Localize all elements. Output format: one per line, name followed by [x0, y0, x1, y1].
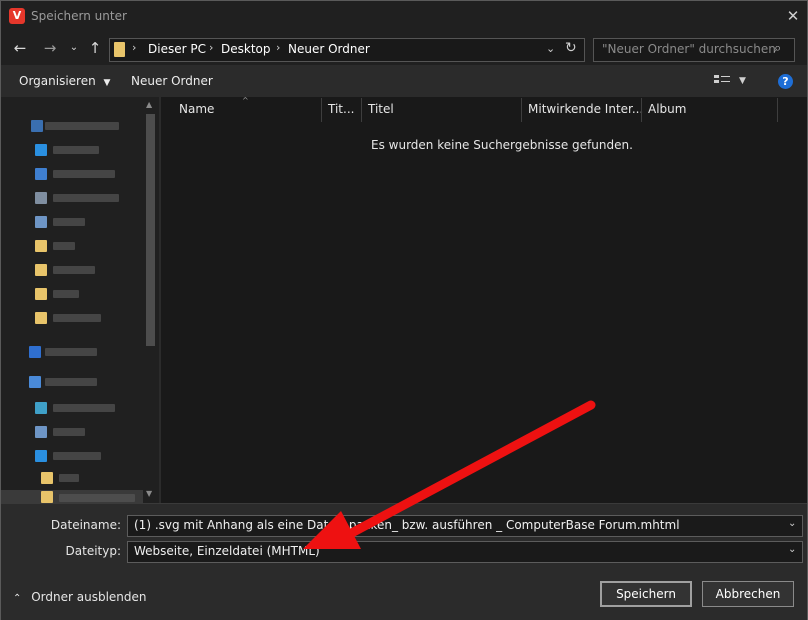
- close-icon[interactable]: ✕: [783, 5, 803, 27]
- scroll-down-icon[interactable]: ▼: [146, 489, 152, 498]
- filename-label: Dateiname:: [50, 518, 121, 532]
- quick-access-icon[interactable]: [31, 120, 43, 132]
- breadcrumb-separator-icon[interactable]: ›: [132, 41, 136, 54]
- tree-item[interactable]: [53, 170, 115, 178]
- breadcrumb-separator-icon[interactable]: ›: [276, 41, 280, 54]
- column-divider[interactable]: [361, 98, 362, 122]
- desktop-icon[interactable]: [35, 144, 47, 156]
- file-list: [161, 97, 807, 503]
- organize-label: Organisieren: [19, 74, 96, 88]
- folder-icon[interactable]: [35, 312, 47, 324]
- address-dropdown-icon[interactable]: ⌄: [546, 42, 555, 55]
- column-divider[interactable]: [521, 98, 522, 122]
- filetype-select[interactable]: Webseite, Einzeldatei (MHTML) ⌄: [127, 541, 803, 563]
- window-title: Speichern unter: [31, 9, 127, 23]
- address-bar[interactable]: › Dieser PC › Desktop › Neuer Ordner ⌄ ↻: [109, 38, 585, 62]
- up-arrow-icon[interactable]: ↑: [86, 38, 104, 58]
- column-divider[interactable]: [321, 98, 322, 122]
- search-icon[interactable]: ⌕: [774, 41, 781, 56]
- tree-item[interactable]: [53, 242, 75, 250]
- back-arrow-icon[interactable]: ←: [11, 38, 29, 58]
- view-dropdown-chevron-icon[interactable]: ▼: [739, 76, 746, 86]
- column-header-contributing-artists[interactable]: Mitwirkende Inter...: [528, 102, 643, 116]
- tree-item[interactable]: [53, 314, 101, 322]
- tree-scrollbar-thumb[interactable]: [146, 114, 155, 346]
- this-pc-icon[interactable]: [29, 376, 41, 388]
- tree-item[interactable]: [53, 404, 115, 412]
- chevron-down-icon: ▼: [103, 78, 111, 88]
- save-as-dialog: V Speichern unter ✕ ← → ⌄ ↑ › Dieser PC …: [0, 0, 808, 620]
- hide-folders-label: Ordner ausblenden: [31, 590, 147, 604]
- folder-icon[interactable]: [35, 264, 47, 276]
- folder-icon[interactable]: [41, 491, 53, 503]
- tree-item[interactable]: [53, 452, 101, 460]
- scroll-up-icon[interactable]: ▲: [146, 100, 152, 109]
- column-header-album[interactable]: Album: [648, 102, 686, 116]
- chevron-down-icon[interactable]: ⌄: [788, 518, 796, 529]
- pictures-icon[interactable]: [35, 426, 47, 438]
- cloud-drive-icon[interactable]: [29, 346, 41, 358]
- search-input[interactable]: "Neuer Ordner" durchsuchen: [602, 42, 776, 56]
- vivaldi-app-icon: V: [9, 8, 25, 24]
- breadcrumb-this-pc[interactable]: Dieser PC: [148, 42, 206, 56]
- chevron-up-icon: ⌃: [13, 593, 22, 604]
- 3d-objects-icon[interactable]: [35, 402, 47, 414]
- tree-item[interactable]: [53, 218, 85, 226]
- hide-folders-toggle[interactable]: ⌃ Ordner ausblenden: [13, 590, 147, 604]
- empty-results-message: Es wurden keine Suchergebnisse gefunden.: [371, 138, 633, 152]
- folder-icon[interactable]: [35, 288, 47, 300]
- filetype-value[interactable]: Webseite, Einzeldatei (MHTML): [134, 544, 320, 558]
- tree-item[interactable]: [45, 348, 97, 356]
- filename-value[interactable]: (1) .svg mit Anhang als eine Datei _pack…: [134, 518, 680, 532]
- column-header-name[interactable]: Name: [179, 102, 214, 116]
- organize-button[interactable]: Organisieren ▼: [19, 74, 110, 88]
- forward-arrow-icon[interactable]: →: [41, 38, 59, 58]
- cancel-button[interactable]: Abbrechen: [702, 581, 794, 607]
- tree-item[interactable]: [45, 122, 119, 130]
- tree-item[interactable]: [53, 146, 99, 154]
- help-icon[interactable]: ?: [778, 74, 793, 89]
- documents-icon[interactable]: [35, 192, 47, 204]
- breadcrumb-new-folder[interactable]: Neuer Ordner: [288, 42, 370, 56]
- view-options-icon[interactable]: [714, 73, 732, 87]
- pictures-icon[interactable]: [35, 216, 47, 228]
- save-button[interactable]: Speichern: [600, 581, 692, 607]
- tree-item[interactable]: [45, 378, 97, 386]
- breadcrumb-desktop[interactable]: Desktop: [221, 42, 271, 56]
- downloads-icon[interactable]: [35, 168, 47, 180]
- chevron-down-icon[interactable]: ⌄: [788, 544, 796, 555]
- sort-ascending-icon: ^: [242, 96, 249, 105]
- column-divider[interactable]: [641, 98, 642, 122]
- tree-item[interactable]: [53, 194, 119, 202]
- breadcrumb-separator-icon[interactable]: ›: [209, 41, 213, 54]
- column-header-tit[interactable]: Tit...: [328, 102, 354, 116]
- filetype-label: Dateityp:: [65, 544, 121, 558]
- folder-icon[interactable]: [41, 472, 53, 484]
- folder-tree: [1, 97, 143, 503]
- tree-item[interactable]: [53, 266, 95, 274]
- refresh-icon[interactable]: ↻: [565, 40, 577, 56]
- command-bar: [1, 65, 807, 97]
- tree-item[interactable]: [53, 428, 85, 436]
- filename-input[interactable]: (1) .svg mit Anhang als eine Datei _pack…: [127, 515, 803, 537]
- folder-icon[interactable]: [35, 240, 47, 252]
- tree-item[interactable]: [59, 494, 135, 502]
- tree-item[interactable]: [59, 474, 79, 482]
- column-header-title[interactable]: Titel: [368, 102, 394, 116]
- recent-locations-chevron-icon[interactable]: ⌄: [65, 38, 83, 58]
- tree-item[interactable]: [53, 290, 79, 298]
- column-divider[interactable]: [777, 98, 778, 122]
- folder-icon: [114, 42, 125, 57]
- desktop-icon[interactable]: [35, 450, 47, 462]
- new-folder-button[interactable]: Neuer Ordner: [131, 74, 213, 88]
- search-box[interactable]: "Neuer Ordner" durchsuchen ⌕: [593, 38, 795, 62]
